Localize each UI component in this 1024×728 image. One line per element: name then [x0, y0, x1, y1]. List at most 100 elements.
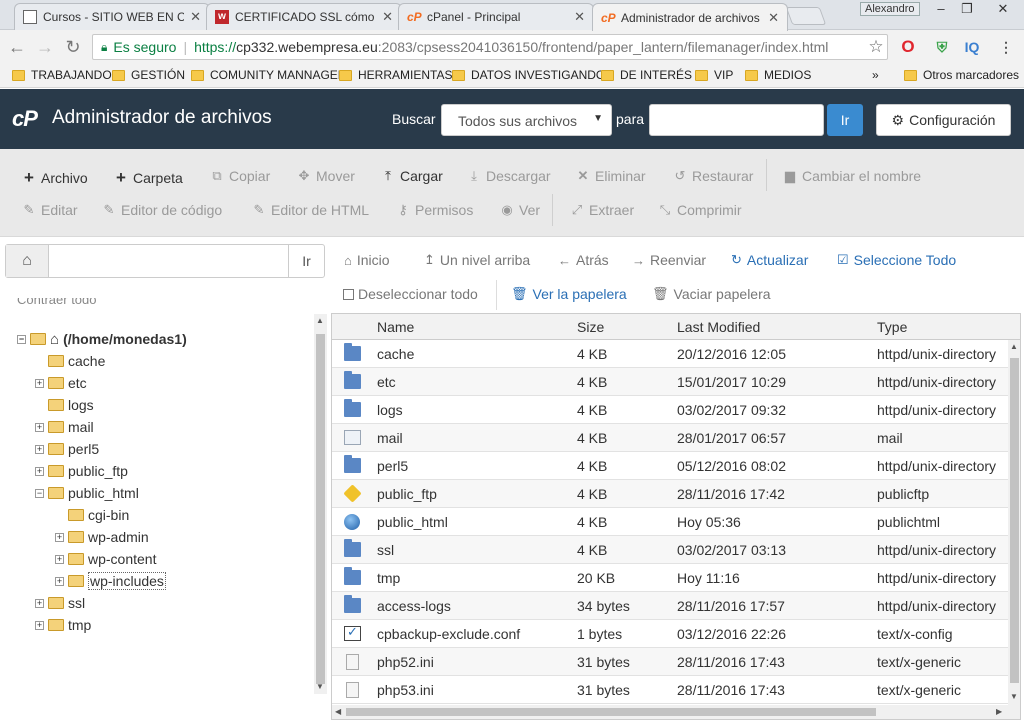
table-scrollbar-vertical[interactable]: ▲ ▼	[1008, 340, 1020, 705]
tree-item-public-ftp[interactable]: + public_ftp	[35, 460, 128, 482]
edit-button[interactable]: ✎ Editar	[22, 202, 78, 218]
html-editor-button[interactable]: ✎ Editor de HTML	[252, 202, 370, 218]
move-button[interactable]: ✥ Mover	[297, 168, 355, 184]
close-icon[interactable]: ✕	[190, 9, 201, 25]
scrollbar-thumb[interactable]	[316, 334, 325, 684]
tree-item-mail[interactable]: + mail	[35, 416, 94, 438]
expand-icon[interactable]: +	[35, 444, 44, 454]
close-icon[interactable]: ✕	[382, 9, 393, 25]
bookmarks-overflow[interactable]: »	[872, 68, 879, 82]
tree-item-wp-includes[interactable]: + wp-includes	[55, 570, 166, 592]
table-row[interactable]: cpbackup-exclude.conf 1 bytes 03/12/2016 2…	[332, 620, 1008, 648]
file-name[interactable]: php52.ini	[377, 654, 434, 670]
address-bar[interactable]: 🔒︎ Es seguro | https://cp332.webempresa.…	[92, 34, 888, 60]
file-name[interactable]: php53.ini	[377, 682, 434, 698]
view-trash-button[interactable]: 🗑︎ Ver la papelera	[511, 286, 627, 302]
bookmark-vip[interactable]: VIP	[695, 68, 733, 82]
column-header-name[interactable]: Name	[377, 319, 414, 335]
file-name[interactable]: tmp	[377, 570, 400, 586]
scrollbar-thumb[interactable]	[1010, 358, 1019, 683]
table-row[interactable]: ssl 4 KB 03/02/2017 03:13 httpd/unix-direct…	[332, 536, 1008, 564]
menu-icon[interactable]: ⋮	[996, 37, 1016, 57]
opera-icon[interactable]: O	[898, 37, 918, 57]
search-go-button[interactable]: Ir	[827, 104, 863, 136]
settings-button[interactable]: ⚙ Configuración	[876, 104, 1011, 136]
table-row[interactable]: perl5 4 KB 05/12/2016 08:02 httpd/unix-dire…	[332, 452, 1008, 480]
up-level-button[interactable]: ↥ Un nivel arriba	[424, 252, 530, 268]
file-name[interactable]: access-logs	[377, 598, 451, 614]
expand-icon[interactable]: +	[35, 598, 44, 608]
collapse-all-link[interactable]: Contraer todo	[17, 298, 97, 307]
column-header-modified[interactable]: Last Modified	[677, 319, 760, 335]
tree-item-wp-content[interactable]: + wp-content	[55, 548, 156, 570]
bookmark-star-icon[interactable]: ☆	[866, 37, 886, 57]
scroll-up-icon[interactable]: ▲	[316, 316, 324, 325]
table-row[interactable]: tmp 20 KB Hoy 11:16 httpd/unix-directory	[332, 564, 1008, 592]
file-name[interactable]: etc	[377, 374, 396, 390]
restore-window-icon[interactable]: ❐	[954, 0, 980, 18]
unselect-all-button[interactable]: Deseleccionar todo	[343, 286, 478, 302]
tree-item-tmp[interactable]: + tmp	[35, 614, 91, 636]
browser-tab-cpanel-principal[interactable]: cP cPanel - Principal ✕	[398, 3, 594, 30]
expand-icon[interactable]: +	[35, 378, 44, 388]
new-file-button[interactable]: + Archivo	[22, 168, 88, 188]
extract-button[interactable]: ⤢ Extraer	[570, 202, 634, 218]
close-icon[interactable]: ✕	[574, 9, 585, 25]
shield-icon[interactable]: ⛨	[932, 37, 952, 57]
table-row[interactable]: mail 4 KB 28/01/2017 06:57 mail	[332, 424, 1008, 452]
scroll-right-icon[interactable]: ▶	[996, 707, 1002, 716]
file-name[interactable]: ssl	[377, 542, 394, 558]
tree-item-cache[interactable]: cache	[35, 350, 105, 372]
code-editor-button[interactable]: ✎ Editor de código	[102, 202, 223, 218]
copy-button[interactable]: ⧉ Copiar	[210, 168, 270, 184]
view-button[interactable]: ◉ Ver	[500, 202, 540, 218]
tree-scrollbar[interactable]: ▲ ▼	[314, 314, 327, 694]
close-icon[interactable]: ✕	[768, 10, 779, 26]
bookmark-trabajando[interactable]: TRABAJANDO	[12, 68, 112, 82]
reload-nav-button[interactable]: ↻ Actualizar	[731, 252, 808, 268]
column-header-size[interactable]: Size	[577, 319, 604, 335]
bookmark-gestion[interactable]: GESTIÓN	[112, 68, 185, 82]
file-name[interactable]: cpbackup-exclude.conf	[377, 626, 520, 642]
scrollbar-thumb[interactable]	[346, 708, 876, 716]
upload-button[interactable]: ⤒ Cargar	[381, 168, 443, 184]
expand-icon[interactable]: +	[35, 620, 44, 630]
browser-tab-filemanager[interactable]: cP Administrador de archivos c ✕	[592, 3, 788, 31]
tree-item-logs[interactable]: logs	[35, 394, 94, 416]
back-nav-button[interactable]: ← Atrás	[558, 252, 609, 268]
table-row[interactable]: logs 4 KB 03/02/2017 09:32 httpd/unix-direc…	[332, 396, 1008, 424]
download-button[interactable]: ⤓ Descargar	[467, 168, 550, 184]
table-row[interactable]: access-logs 34 bytes 28/11/2016 17:57 httpd…	[332, 592, 1008, 620]
bookmark-de-interes[interactable]: DE INTERÉS	[601, 68, 692, 82]
empty-trash-button[interactable]: 🗑︎ Vaciar papelera	[652, 286, 771, 302]
collapse-icon[interactable]: −	[35, 488, 44, 498]
minimize-icon[interactable]: –	[928, 0, 954, 18]
scroll-up-icon[interactable]: ▲	[1010, 342, 1018, 351]
close-window-icon[interactable]: ✕	[984, 0, 1022, 18]
tree-item-cgi-bin[interactable]: cgi-bin	[55, 504, 129, 526]
table-row[interactable]: public_html 4 KB Hoy 05:36 publichtml	[332, 508, 1008, 536]
expand-icon[interactable]: +	[55, 554, 64, 564]
delete-button[interactable]: ✕ Eliminar	[576, 168, 646, 184]
expand-icon[interactable]: +	[35, 466, 44, 476]
scroll-down-icon[interactable]: ▼	[316, 682, 324, 691]
bookmark-datos[interactable]: DATOS INVESTIGANDO	[452, 68, 605, 82]
home-icon[interactable]: ⌂	[6, 245, 49, 277]
select-all-button[interactable]: ☑ Seleccione Todo	[837, 252, 956, 268]
tree-item-root[interactable]: − ⌂ (/home/monedas1)	[17, 328, 187, 350]
collapse-icon[interactable]: −	[17, 334, 26, 344]
table-row[interactable]: public_ftp 4 KB 28/11/2016 17:42 publicftp	[332, 480, 1008, 508]
table-row[interactable]: php52.ini 31 bytes 28/11/2016 17:43 text/x-…	[332, 648, 1008, 676]
permissions-button[interactable]: ⚷ Permisos	[396, 202, 473, 218]
rename-button[interactable]: ▆ Cambiar el nombre	[783, 168, 921, 184]
back-arrow-icon[interactable]: ←	[6, 36, 28, 58]
cpanel-logo[interactable]: cP	[12, 106, 38, 132]
tree-item-etc[interactable]: + etc	[35, 372, 87, 394]
profile-badge[interactable]: Alexandro	[860, 2, 920, 16]
scroll-left-icon[interactable]: ◀	[335, 707, 341, 716]
table-row[interactable]: php53.ini 31 bytes 28/11/2016 17:43 text/x-…	[332, 676, 1008, 704]
tree-item-ssl[interactable]: + ssl	[35, 592, 85, 614]
file-name[interactable]: cache	[377, 346, 414, 362]
bookmark-comunity[interactable]: COMUNITY MANNAGER	[191, 68, 346, 82]
new-folder-button[interactable]: + Carpeta	[114, 168, 183, 188]
